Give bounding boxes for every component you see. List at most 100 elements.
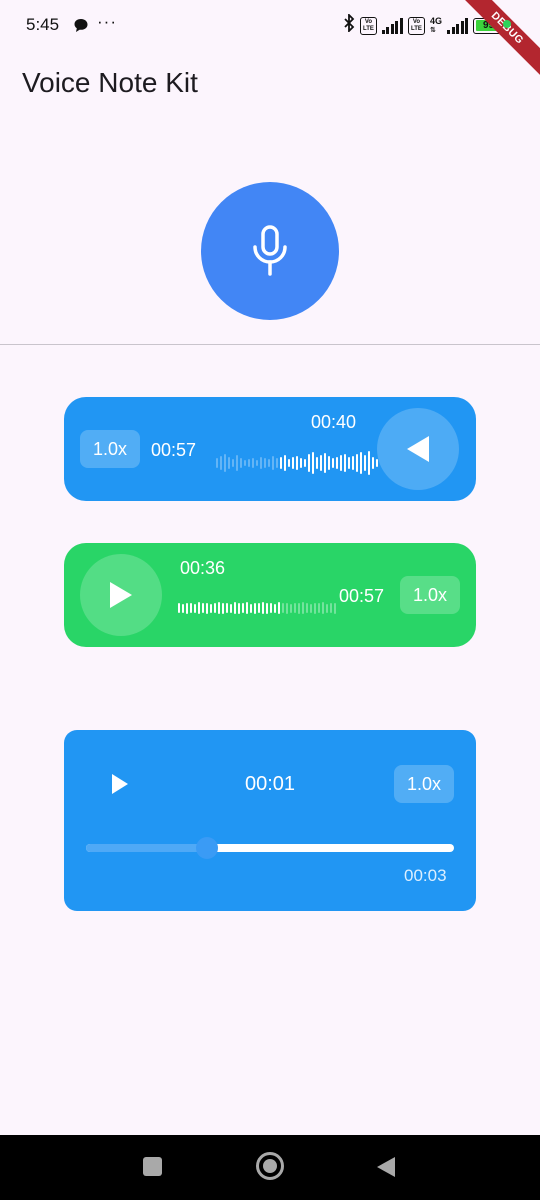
waveform-bar: [260, 457, 262, 469]
waveform-bar: [232, 459, 234, 467]
waveform-bar: [328, 456, 330, 470]
waveform-bar: [222, 602, 224, 614]
waveform-bar: [240, 458, 242, 468]
waveform-bar: [284, 455, 286, 471]
waveform-bar: [248, 459, 250, 467]
volte-1-bottom: LTE: [363, 25, 374, 32]
home-circle-icon[interactable]: [256, 1152, 284, 1180]
waveform-bar: [210, 603, 212, 613]
waveform-bar: [332, 458, 334, 468]
waveform-bar: [334, 602, 336, 614]
privacy-indicator-dot: [503, 20, 511, 28]
waveform-bar: [226, 603, 228, 613]
note-duration: 00:57: [339, 586, 385, 606]
waveform-bar: [282, 603, 284, 613]
voice-note-green: 00:36 00:57 1.0x: [64, 543, 476, 647]
waveform-bar: [316, 457, 318, 469]
waveform-bar: [206, 602, 208, 614]
speed-button[interactable]: 1.0x: [394, 765, 454, 803]
slider-thumb[interactable]: [196, 837, 219, 859]
waveform-bar: [214, 603, 216, 613]
waveform-bar: [250, 603, 252, 613]
waveform-bar: [280, 457, 282, 469]
waveform-bar: [344, 454, 346, 472]
waveform-bar: [306, 603, 308, 613]
debug-banner-label: DEBUG: [457, 0, 540, 78]
waveform[interactable]: [178, 593, 336, 623]
waveform-bar: [178, 603, 180, 613]
waveform-bar: [290, 603, 292, 613]
waveform-bar: [272, 456, 274, 470]
waveform-bar: [194, 603, 196, 613]
waveform-bar: [352, 456, 354, 470]
waveform-bar: [304, 459, 306, 467]
waveform-bar: [244, 460, 246, 466]
note-position: 00:36: [180, 558, 226, 578]
waveform-bar: [230, 603, 232, 613]
volte-icon-2: Vo LTE: [407, 16, 425, 35]
play-button[interactable]: [377, 408, 459, 490]
waveform-bar: [202, 603, 204, 613]
waveform-bar: [364, 455, 366, 471]
back-triangle-icon[interactable]: [376, 1156, 396, 1178]
player-position: 00:01: [245, 773, 296, 795]
volte-2-top: Vo: [412, 18, 421, 25]
waveform-bar: [296, 456, 298, 470]
note-position: 00:40: [311, 412, 357, 432]
waveform-bar: [190, 603, 192, 613]
waveform-bar: [266, 602, 268, 614]
waveform-bar: [356, 454, 358, 472]
volte-2-bottom: LTE: [411, 25, 422, 32]
speed-button[interactable]: 1.0x: [400, 576, 460, 614]
voice-note-blue: 1.0x 00:57 00:40: [64, 397, 476, 501]
waveform-bar: [308, 454, 310, 472]
record-button[interactable]: [201, 182, 339, 320]
waveform-bar: [264, 458, 266, 468]
waveform-bar: [314, 602, 316, 614]
waveform-bar: [300, 458, 302, 468]
network-label: 4G: [429, 15, 442, 26]
chat-notification-icon: [73, 18, 89, 38]
waveform-bar: [254, 602, 256, 614]
play-button[interactable]: [104, 768, 136, 800]
network-type: 4G ⇅: [429, 15, 442, 35]
waveform-bar: [262, 602, 264, 614]
waveform-bar: [220, 456, 222, 470]
waveform-bar: [348, 457, 350, 469]
waveform-bar: [216, 458, 218, 468]
play-icon: [112, 774, 128, 794]
waveform-bar: [320, 455, 322, 471]
waveform-bar: [372, 457, 374, 469]
waveform-bar: [228, 457, 230, 469]
waveform-bar: [294, 603, 296, 613]
seek-slider[interactable]: [86, 837, 454, 859]
waveform-bar: [292, 457, 294, 469]
volte-icon-1: Vo LTE: [359, 16, 377, 35]
speed-button[interactable]: 1.0x: [80, 430, 140, 468]
waveform-bar: [330, 603, 332, 613]
play-button[interactable]: [80, 554, 162, 636]
waveform-bar: [310, 603, 312, 613]
page-title: Voice Note Kit: [22, 67, 198, 98]
note-duration: 00:57: [151, 440, 197, 460]
slider-progress: [86, 844, 208, 852]
play-icon: [110, 582, 132, 608]
waveform-bar: [234, 602, 236, 614]
waveform-bar: [336, 457, 338, 469]
waveform-bar: [182, 603, 184, 613]
recents-square-icon[interactable]: [143, 1157, 162, 1176]
volte-1-top: Vo: [364, 18, 373, 25]
waveform[interactable]: [216, 448, 378, 478]
waveform-bar: [276, 458, 278, 468]
waveform-bar: [198, 602, 200, 614]
data-arrows-icon: ⇅: [429, 26, 436, 34]
waveform-bar: [274, 603, 276, 613]
waveform-bar: [236, 455, 238, 471]
waveform-bar: [218, 602, 220, 614]
play-reversed-icon: [407, 436, 429, 462]
divider: [0, 344, 540, 345]
waveform-bar: [302, 602, 304, 614]
waveform-bar: [324, 453, 326, 473]
waveform-bar: [340, 455, 342, 471]
waveform-bar: [326, 603, 328, 613]
